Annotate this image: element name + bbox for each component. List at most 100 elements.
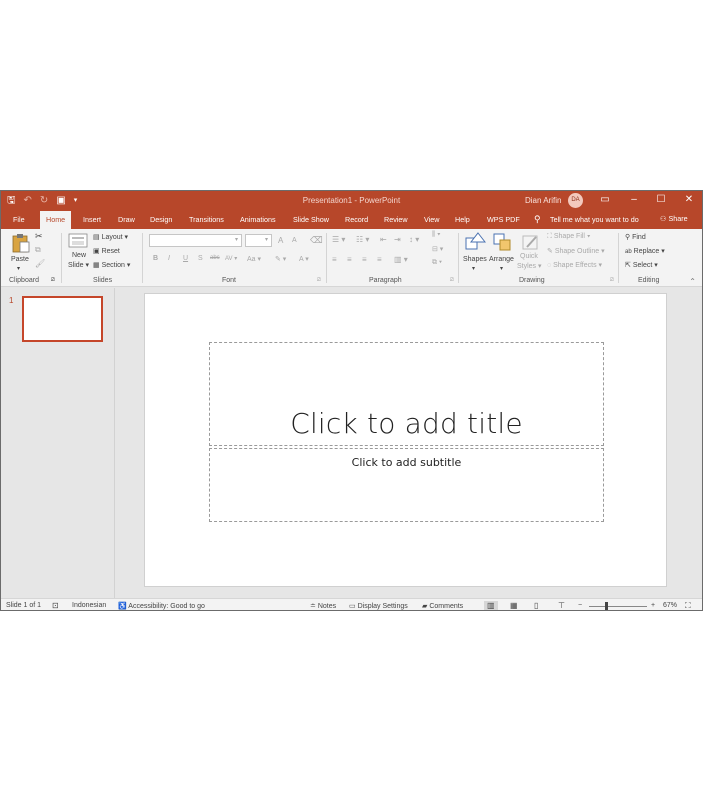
fit-to-window-icon[interactable]: ⛶ [685,601,691,610]
zoom-slider-thumb[interactable] [605,602,608,610]
copy-icon[interactable]: ⧉ [35,245,41,255]
new-slide-button[interactable]: New [72,252,86,259]
arrange-icon[interactable] [492,232,514,252]
clear-formatting-icon[interactable]: ⌫ [310,235,323,246]
accessibility-status[interactable]: ♿ Accessibility: Good to go [118,602,205,610]
collapse-ribbon-icon[interactable]: ⌃ [689,277,696,286]
shape-effects-button[interactable]: ◌ Shape Effects ▾ [547,261,602,269]
highlight-color-icon[interactable]: ✎ ▾ [275,255,286,263]
justify-icon[interactable]: ≡ [377,255,382,264]
align-center-icon[interactable]: ≡ [347,255,352,264]
format-painter-icon[interactable]: 🖌 [35,259,45,268]
drawing-launcher-icon[interactable]: ⧄ [610,277,614,284]
increase-indent-icon[interactable]: ⇥ [394,235,401,244]
spelling-check-icon[interactable]: ⊡ [52,601,59,610]
font-launcher-icon[interactable]: ⧄ [317,277,321,284]
display-settings-button[interactable]: ▭ Display Settings [349,602,408,610]
maximize-icon[interactable]: ☐ [654,194,668,205]
replace-button[interactable]: ab Replace ▾ [625,247,665,255]
align-text-icon[interactable]: ⊟ ▾ [432,245,443,253]
paste-dropdown-icon[interactable]: ▾ [17,265,20,272]
decrease-indent-icon[interactable]: ⇤ [380,235,387,244]
clipboard-launcher-icon[interactable]: ⧄ [51,277,55,284]
decrease-font-icon[interactable]: A [292,237,297,244]
slide-thumbnail[interactable] [22,296,103,342]
zoom-out-button[interactable]: − [578,602,582,609]
tab-animations[interactable]: Animations [240,215,276,224]
language-indicator[interactable]: Indonesian [72,602,106,609]
font-size-dropdown-icon[interactable]: ▾ [265,236,268,243]
layout-button[interactable]: ▤ Layout ▾ [93,233,128,241]
numbering-icon[interactable]: ☷ ▾ [356,235,369,244]
tab-record[interactable]: Record [345,215,368,224]
shapes-button[interactable]: Shapes [463,256,487,263]
increase-font-icon[interactable]: A [278,236,283,245]
paste-button[interactable]: Paste [11,256,29,263]
notes-button[interactable]: ≐ Notes [310,602,336,610]
tab-design[interactable]: Design [150,215,172,224]
tab-transitions[interactable]: Transitions [189,215,224,224]
arrange-dropdown-icon[interactable]: ▾ [500,265,503,272]
shape-outline-button[interactable]: ✎ Shape Outline ▾ [547,247,605,255]
strikethrough-button[interactable]: abc [210,255,220,261]
font-name-dropdown-icon[interactable]: ▾ [235,236,238,243]
reset-button[interactable]: ▣ Reset [93,247,120,255]
paragraph-launcher-icon[interactable]: ⧄ [450,277,454,284]
bullets-icon[interactable]: ☰ ▾ [332,235,345,244]
shapes-icon[interactable] [464,232,486,252]
avatar[interactable]: DA [568,193,583,208]
line-spacing-icon[interactable]: ↕ ▾ [409,235,419,244]
share-label: Share [668,214,688,223]
reading-view-icon[interactable]: ▯ [534,601,538,610]
tab-file[interactable]: File [13,215,25,224]
bold-button[interactable]: B [153,255,158,262]
user-name[interactable]: Dian Arifin [525,196,561,205]
character-spacing-button[interactable]: AV ▾ [225,255,237,262]
share-button[interactable]: ⚇ Share [660,214,688,223]
tab-home[interactable]: Home [40,211,72,229]
tab-slide-show[interactable]: Slide Show [293,215,329,224]
tab-help[interactable]: Help [455,215,470,224]
underline-button[interactable]: U [183,255,188,262]
tell-me-search[interactable]: Tell me what you want to do [550,215,639,224]
shadow-button[interactable]: S [198,255,203,262]
tab-view[interactable]: View [424,215,439,224]
change-case-button[interactable]: Aa ▾ [247,255,261,263]
quick-styles-button[interactable]: Quick [520,253,538,260]
align-right-icon[interactable]: ≡ [362,255,367,264]
tab-insert[interactable]: Insert [83,215,101,224]
tab-draw[interactable]: Draw [118,215,135,224]
font-name-box[interactable] [149,234,242,247]
zoom-slider[interactable] [589,606,647,607]
quick-styles-icon[interactable] [520,232,542,252]
ribbon-display-options-icon[interactable]: ▭ [598,194,612,205]
align-left-icon[interactable]: ≡ [332,255,337,264]
font-color-button[interactable]: A ▾ [299,255,309,263]
tab-review[interactable]: Review [384,215,408,224]
shapes-dropdown-icon[interactable]: ▾ [472,265,475,272]
comments-button[interactable]: ▰ Comments [422,602,463,610]
title-placeholder[interactable]: Click to add title [209,342,604,446]
close-icon[interactable]: ✕ [682,194,696,205]
section-button[interactable]: ▦ Section ▾ [93,261,130,269]
select-button[interactable]: ⇱ Select ▾ [625,261,658,269]
find-button[interactable]: ⚲ Find [625,233,646,241]
minimize-icon[interactable]: – [627,194,641,205]
subtitle-placeholder[interactable]: Click to add subtitle [209,448,604,522]
slide-sorter-icon[interactable]: ▦ [510,601,518,610]
zoom-in-button[interactable]: + [651,602,655,609]
slide-canvas[interactable]: Click to add title Click to add subtitle [144,293,667,587]
shape-fill-button[interactable]: ⛶ Shape Fill ▾ [547,233,590,241]
italic-button[interactable]: I [168,255,170,262]
cut-icon[interactable]: ✂ [35,231,43,242]
columns-icon[interactable]: ▥ ▾ [394,255,408,264]
zoom-level[interactable]: 67% [663,602,677,609]
paste-icon[interactable] [11,233,31,253]
arrange-button[interactable]: Arrange [489,256,514,263]
normal-view-icon[interactable]: ▥ [484,601,498,610]
slide-show-icon[interactable]: ⊤ [558,601,565,610]
new-slide-icon[interactable] [68,233,88,249]
smartart-icon[interactable]: ⧉ ▾ [432,259,442,267]
tab-wps-pdf[interactable]: WPS PDF [487,215,520,224]
text-direction-icon[interactable]: ⫼ ▾ [432,231,441,239]
